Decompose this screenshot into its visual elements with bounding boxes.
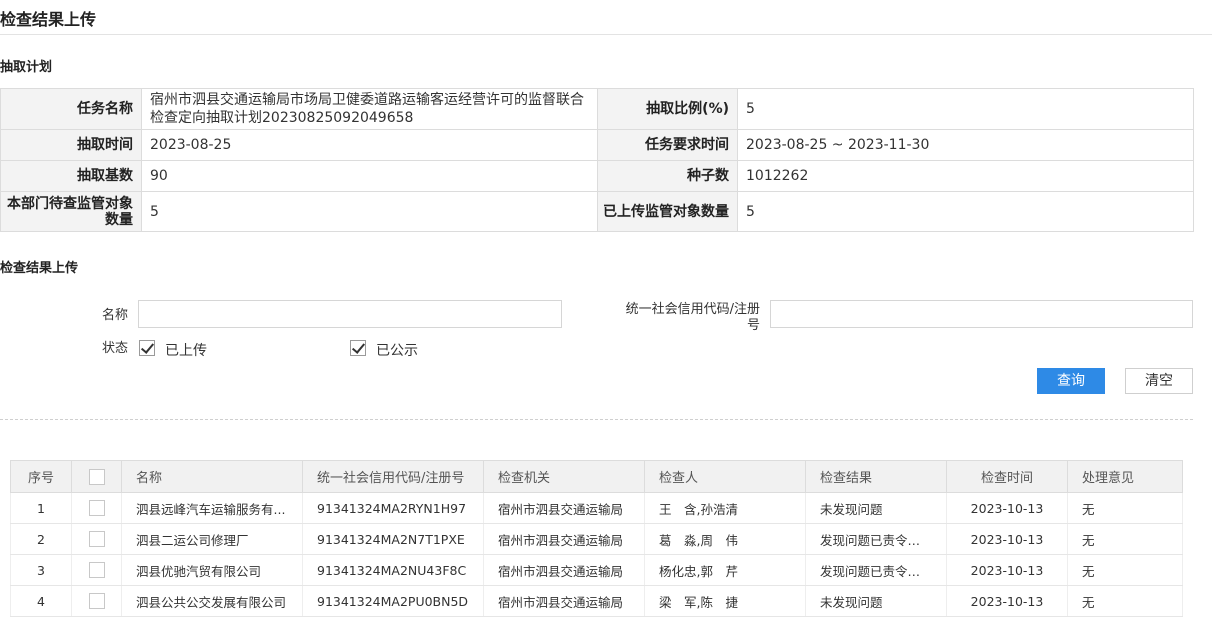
status-published-label: 已公示 — [376, 343, 418, 359]
row-org: 宿州市泗县交通运输局 — [483, 585, 645, 617]
row-checkbox[interactable] — [88, 593, 105, 610]
row-opinion: 无 — [1067, 492, 1183, 524]
row-inspector: 王 含,孙浩清 — [644, 492, 806, 524]
seed-label: 种子数 — [597, 160, 738, 192]
required-time-value: 2023-08-25 ~ 2023-11-30 — [737, 129, 1194, 161]
col-org: 检查机关 — [483, 460, 645, 493]
row-time: 2023-10-13 — [946, 492, 1068, 524]
plan-section-title: 抽取计划 — [0, 60, 53, 75]
row-select[interactable] — [71, 523, 122, 555]
table-row[interactable]: 3 泗县优驰汽贸有限公司 91341324MA2NU43F8C 宿州市泗县交通运… — [10, 554, 1183, 586]
query-button[interactable]: 查询 — [1037, 368, 1105, 394]
code-filter-label: 统一社会信用代码/注册号 — [625, 302, 760, 333]
plan-info-table: 任务名称 宿州市泗县交通运输局市场局卫健委道路运输客运经营许可的监督联合检查定向… — [0, 88, 1194, 232]
clear-button[interactable]: 清空 — [1125, 368, 1193, 394]
row-select[interactable] — [71, 585, 122, 617]
table-header-row: 序号 名称 统一社会信用代码/注册号 检查机关 检查人 检查结果 检查时间 处理… — [10, 460, 1183, 493]
page-title: 检查结果上传 — [0, 10, 97, 29]
row-no: 2 — [10, 523, 72, 555]
task-name-value: 宿州市泗县交通运输局市场局卫健委道路运输客运经营许可的监督联合检查定向抽取计划2… — [141, 88, 598, 130]
row-opinion: 无 — [1067, 523, 1183, 555]
base-label: 抽取基数 — [0, 160, 142, 192]
row-code: 91341324MA2PU0BN5D — [302, 585, 484, 617]
task-name-label: 任务名称 — [0, 88, 142, 130]
row-no: 4 — [10, 585, 72, 617]
row-name: 泗县优驰汽贸有限公司 — [121, 554, 303, 586]
col-select[interactable] — [71, 460, 122, 493]
row-code: 91341324MA2RYN1H97 — [302, 492, 484, 524]
row-org: 宿州市泗县交通运输局 — [483, 492, 645, 524]
name-filter-label: 名称 — [101, 308, 128, 323]
col-no: 序号 — [10, 460, 72, 493]
row-time: 2023-10-13 — [946, 554, 1068, 586]
uploaded-count-value: 5 — [737, 191, 1194, 232]
ratio-label: 抽取比例(%) — [597, 88, 738, 130]
row-select[interactable] — [71, 554, 122, 586]
pending-count-label: 本部门待查监管对象数量 — [0, 191, 142, 232]
row-time: 2023-10-13 — [946, 523, 1068, 555]
extract-time-value: 2023-08-25 — [141, 129, 598, 161]
required-time-label: 任务要求时间 — [597, 129, 738, 161]
col-inspector: 检查人 — [644, 460, 806, 493]
col-name: 名称 — [121, 460, 303, 493]
select-all-checkbox[interactable] — [88, 468, 105, 485]
status-uploaded-label: 已上传 — [165, 343, 207, 359]
row-checkbox[interactable] — [88, 531, 105, 548]
row-checkbox[interactable] — [88, 562, 105, 579]
code-filter-input[interactable] — [770, 300, 1193, 328]
col-time: 检查时间 — [946, 460, 1068, 493]
row-select[interactable] — [71, 492, 122, 524]
row-name: 泗县远峰汽车运输服务有... — [121, 492, 303, 524]
result-table: 序号 名称 统一社会信用代码/注册号 检查机关 检查人 检查结果 检查时间 处理… — [10, 460, 1183, 617]
table-row[interactable]: 2 泗县二运公司修理厂 91341324MA2N7T1PXE 宿州市泗县交通运输… — [10, 523, 1183, 555]
seed-value: 1012262 — [737, 160, 1194, 192]
status-filter-label: 状态 — [101, 341, 128, 356]
extract-time-label: 抽取时间 — [0, 129, 142, 161]
row-name: 泗县二运公司修理厂 — [121, 523, 303, 555]
table-row[interactable]: 1 泗县远峰汽车运输服务有... 91341324MA2RYN1H97 宿州市泗… — [10, 492, 1183, 524]
col-opinion: 处理意见 — [1067, 460, 1183, 493]
row-inspector: 梁 军,陈 捷 — [644, 585, 806, 617]
uploaded-count-label: 已上传监管对象数量 — [597, 191, 738, 232]
status-uploaded-checkbox[interactable] — [139, 340, 155, 356]
section-divider — [0, 419, 1193, 420]
table-row[interactable]: 4 泗县公共公交发展有限公司 91341324MA2PU0BN5D 宿州市泗县交… — [10, 585, 1183, 617]
row-result: 未发现问题 — [805, 492, 947, 524]
row-inspector: 葛 淼,周 伟 — [644, 523, 806, 555]
row-name: 泗县公共公交发展有限公司 — [121, 585, 303, 617]
title-divider — [0, 34, 1212, 35]
row-code: 91341324MA2N7T1PXE — [302, 523, 484, 555]
row-opinion: 无 — [1067, 585, 1183, 617]
col-code: 统一社会信用代码/注册号 — [302, 460, 484, 493]
row-inspector: 杨化忠,郭 芹 — [644, 554, 806, 586]
name-filter-input[interactable] — [138, 300, 562, 328]
col-result: 检查结果 — [805, 460, 947, 493]
row-result: 发现问题已责令改正 — [805, 523, 947, 555]
row-result: 未发现问题 — [805, 585, 947, 617]
status-published-checkbox[interactable] — [350, 340, 366, 356]
row-org: 宿州市泗县交通运输局 — [483, 554, 645, 586]
row-no: 1 — [10, 492, 72, 524]
row-checkbox[interactable] — [88, 500, 105, 517]
upload-section-title: 检查结果上传 — [0, 261, 79, 276]
pending-count-value: 5 — [141, 191, 598, 232]
row-time: 2023-10-13 — [946, 585, 1068, 617]
base-value: 90 — [141, 160, 598, 192]
ratio-value: 5 — [737, 88, 1194, 130]
row-no: 3 — [10, 554, 72, 586]
row-org: 宿州市泗县交通运输局 — [483, 523, 645, 555]
row-opinion: 无 — [1067, 554, 1183, 586]
row-code: 91341324MA2NU43F8C — [302, 554, 484, 586]
row-result: 发现问题已责令改正 — [805, 554, 947, 586]
